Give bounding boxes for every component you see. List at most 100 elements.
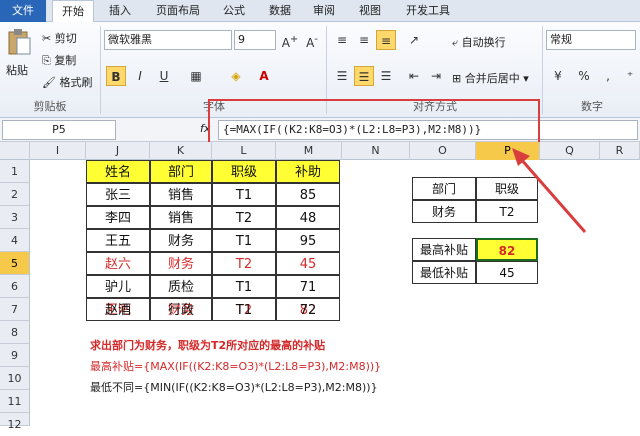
max-subsidy-value-cell[interactable]: 82 <box>476 238 538 261</box>
table-cell[interactable]: 71 <box>276 275 340 298</box>
font-size-select[interactable]: 9 <box>234 30 276 50</box>
column-header[interactable]: J <box>86 142 150 160</box>
align-bottom-icon[interactable]: ≡ <box>376 30 396 50</box>
column-header[interactable]: L <box>212 142 276 160</box>
wrap-text-button[interactable]: ⤶ 自动换行 <box>452 34 506 50</box>
table-cell[interactable]: 销售 <box>150 206 212 229</box>
row-header[interactable]: 2 <box>0 183 30 206</box>
tab-data[interactable]: 数据 <box>260 0 300 22</box>
table-cell[interactable]: 85 <box>276 183 340 206</box>
increase-indent-icon[interactable]: ⇥ <box>426 66 446 86</box>
align-right-icon[interactable]: ☰ <box>376 66 396 86</box>
table-header-subsidy[interactable]: 补助 <box>276 160 340 183</box>
tab-review[interactable]: 审阅 <box>304 0 344 22</box>
table-cell[interactable]: 赵酒 <box>86 298 150 321</box>
copy-button[interactable]: ⎘ 复制 <box>42 52 76 68</box>
table-cell[interactable]: T1 <box>212 275 276 298</box>
data-table: 姓名 部门 职级 补助 张三 销售 T1 85 李四 销售 T2 48 王五 财… <box>86 160 340 321</box>
column-header[interactable]: I <box>30 142 86 160</box>
row-header[interactable]: 4 <box>0 229 30 252</box>
column-header[interactable]: O <box>410 142 476 160</box>
grow-font-icon[interactable]: A+ <box>280 30 300 50</box>
table-cell[interactable]: 质检 <box>150 275 212 298</box>
table-cell[interactable]: 销售 <box>150 183 212 206</box>
fill-color-icon[interactable]: ◈ <box>226 66 246 86</box>
formula-divider-handle <box>140 122 200 138</box>
underline-button[interactable]: U <box>154 66 174 86</box>
divider <box>542 26 543 114</box>
shrink-font-icon[interactable]: A- <box>302 30 322 50</box>
row-header[interactable]: 12 <box>0 413 30 431</box>
table-cell[interactable]: 张三 <box>86 183 150 206</box>
border-icon[interactable]: ▦ <box>186 66 206 86</box>
increase-decimal-icon[interactable]: ⁺ <box>620 66 640 86</box>
table-cell[interactable]: 李四 <box>86 206 150 229</box>
table-cell-highlight[interactable]: T2 <box>212 252 276 275</box>
comma-button[interactable]: , <box>598 66 618 86</box>
row-header[interactable]: 9 <box>0 344 30 367</box>
italic-button[interactable]: I <box>130 66 150 86</box>
table-cell[interactable]: T1 <box>212 298 276 321</box>
font-color-icon[interactable]: A <box>254 66 274 86</box>
table-cell[interactable]: 行政 <box>150 298 212 321</box>
align-top-icon[interactable]: ≡ <box>332 30 352 50</box>
clipboard-group-label: 剪贴板 <box>33 100 67 113</box>
row-header[interactable]: 3 <box>0 206 30 229</box>
row-header[interactable]: 6 <box>0 275 30 298</box>
table-header-level[interactable]: 职级 <box>212 160 276 183</box>
table-cell-highlight[interactable]: 45 <box>276 252 340 275</box>
row-header-selected[interactable]: 5 <box>0 252 30 275</box>
criteria-dept-value[interactable]: 财务 <box>412 200 476 223</box>
row-header[interactable]: 10 <box>0 367 30 390</box>
table-cell[interactable]: 王五 <box>86 229 150 252</box>
select-all-corner[interactable] <box>0 142 30 160</box>
table-cell[interactable]: 48 <box>276 206 340 229</box>
table-cell[interactable]: 72 <box>276 298 340 321</box>
align-left-icon[interactable]: ☰ <box>332 66 352 86</box>
tab-developer[interactable]: 开发工具 <box>396 0 460 22</box>
column-header[interactable]: N <box>342 142 410 160</box>
paste-button[interactable]: 粘贴 <box>6 62 28 78</box>
table-cell-highlight[interactable]: 赵六 <box>86 252 150 275</box>
table-header-dept[interactable]: 部门 <box>150 160 212 183</box>
row-header[interactable]: 7 <box>0 298 30 321</box>
table-cell[interactable]: 95 <box>276 229 340 252</box>
align-middle-icon[interactable]: ≡ <box>354 30 374 50</box>
align-center-icon[interactable]: ☰ <box>354 66 374 86</box>
row-header[interactable]: 1 <box>0 160 30 183</box>
cut-button[interactable]: ✂ 剪切 <box>42 30 77 46</box>
tab-view[interactable]: 视图 <box>350 0 390 22</box>
tab-home[interactable]: 开始 <box>52 0 94 23</box>
decrease-indent-icon[interactable]: ⇤ <box>404 66 424 86</box>
percent-button[interactable]: % <box>574 66 594 86</box>
tab-file[interactable]: 文件 <box>0 0 46 22</box>
table-cell-highlight[interactable]: 财务 <box>150 252 212 275</box>
table-cell[interactable]: T1 <box>212 183 276 206</box>
tab-formulas[interactable]: 公式 <box>214 0 254 22</box>
min-subsidy-label[interactable]: 最低补贴 <box>412 261 476 284</box>
column-header[interactable]: M <box>276 142 342 160</box>
name-box[interactable]: P5 <box>2 120 116 140</box>
paste-icon[interactable] <box>6 28 32 58</box>
table-cell[interactable]: T1 <box>212 229 276 252</box>
merge-center-button[interactable]: ⊞ 合并后居中 ▾ <box>452 70 529 86</box>
table-cell[interactable]: T2 <box>212 206 276 229</box>
table-cell[interactable]: 驴儿 <box>86 275 150 298</box>
currency-icon[interactable]: ¥ <box>548 66 568 86</box>
table-cell[interactable]: 财务 <box>150 229 212 252</box>
number-format-select[interactable]: 常规 <box>546 30 636 50</box>
min-subsidy-value-cell[interactable]: 45 <box>476 261 538 284</box>
row-header[interactable]: 11 <box>0 390 30 413</box>
bold-button[interactable]: B <box>106 66 126 86</box>
merge-center-label: 合并后居中 <box>464 72 520 85</box>
orientation-icon[interactable]: ↗ <box>404 30 424 50</box>
tab-insert[interactable]: 插入 <box>100 0 140 22</box>
row-header[interactable]: 8 <box>0 321 30 344</box>
font-name-select[interactable]: 微软雅黑 <box>104 30 232 50</box>
table-header-name[interactable]: 姓名 <box>86 160 150 183</box>
column-header[interactable]: K <box>150 142 212 160</box>
format-painter-button[interactable]: 🖌 格式刷 <box>42 74 92 90</box>
max-subsidy-label[interactable]: 最高补贴 <box>412 238 476 261</box>
tab-page-layout[interactable]: 页面布局 <box>146 0 210 22</box>
criteria-header-dept[interactable]: 部门 <box>412 177 476 200</box>
